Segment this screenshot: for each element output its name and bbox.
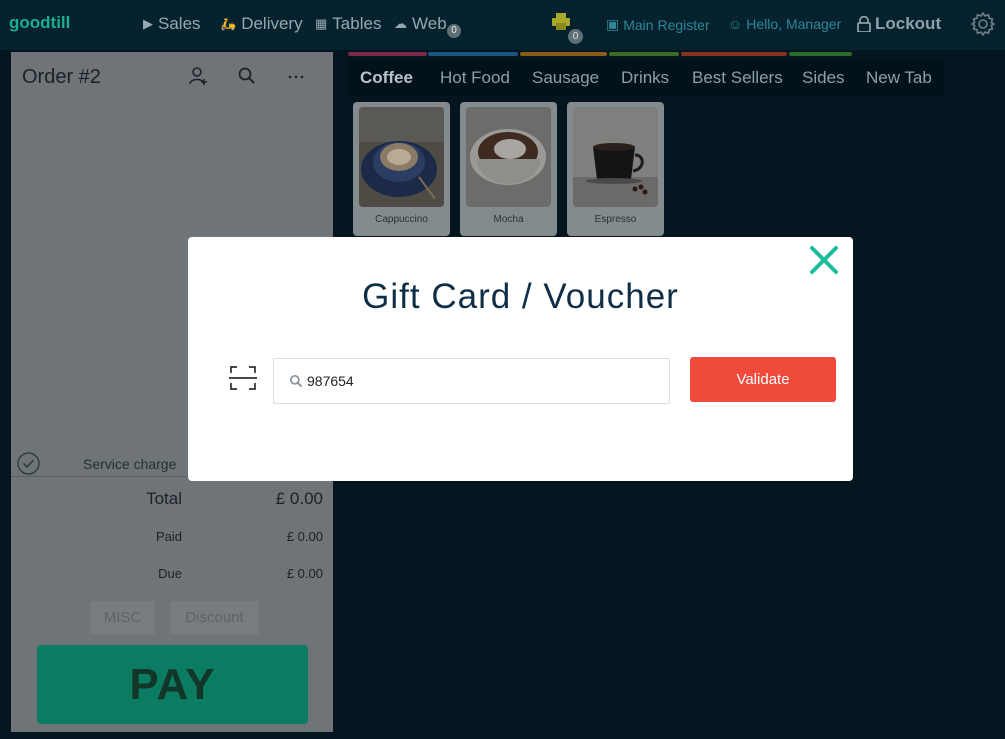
search-icon bbox=[289, 374, 303, 388]
gift-card-dialog: Gift Card / Voucher 987654 Validate bbox=[188, 237, 853, 481]
voucher-code-input[interactable]: 987654 bbox=[273, 358, 670, 404]
voucher-code-value: 987654 bbox=[307, 373, 354, 389]
barcode-scan-icon[interactable] bbox=[228, 363, 258, 393]
dialog-title: Gift Card / Voucher bbox=[362, 277, 679, 316]
close-icon[interactable] bbox=[806, 242, 842, 278]
validate-button[interactable]: Validate bbox=[690, 357, 836, 402]
